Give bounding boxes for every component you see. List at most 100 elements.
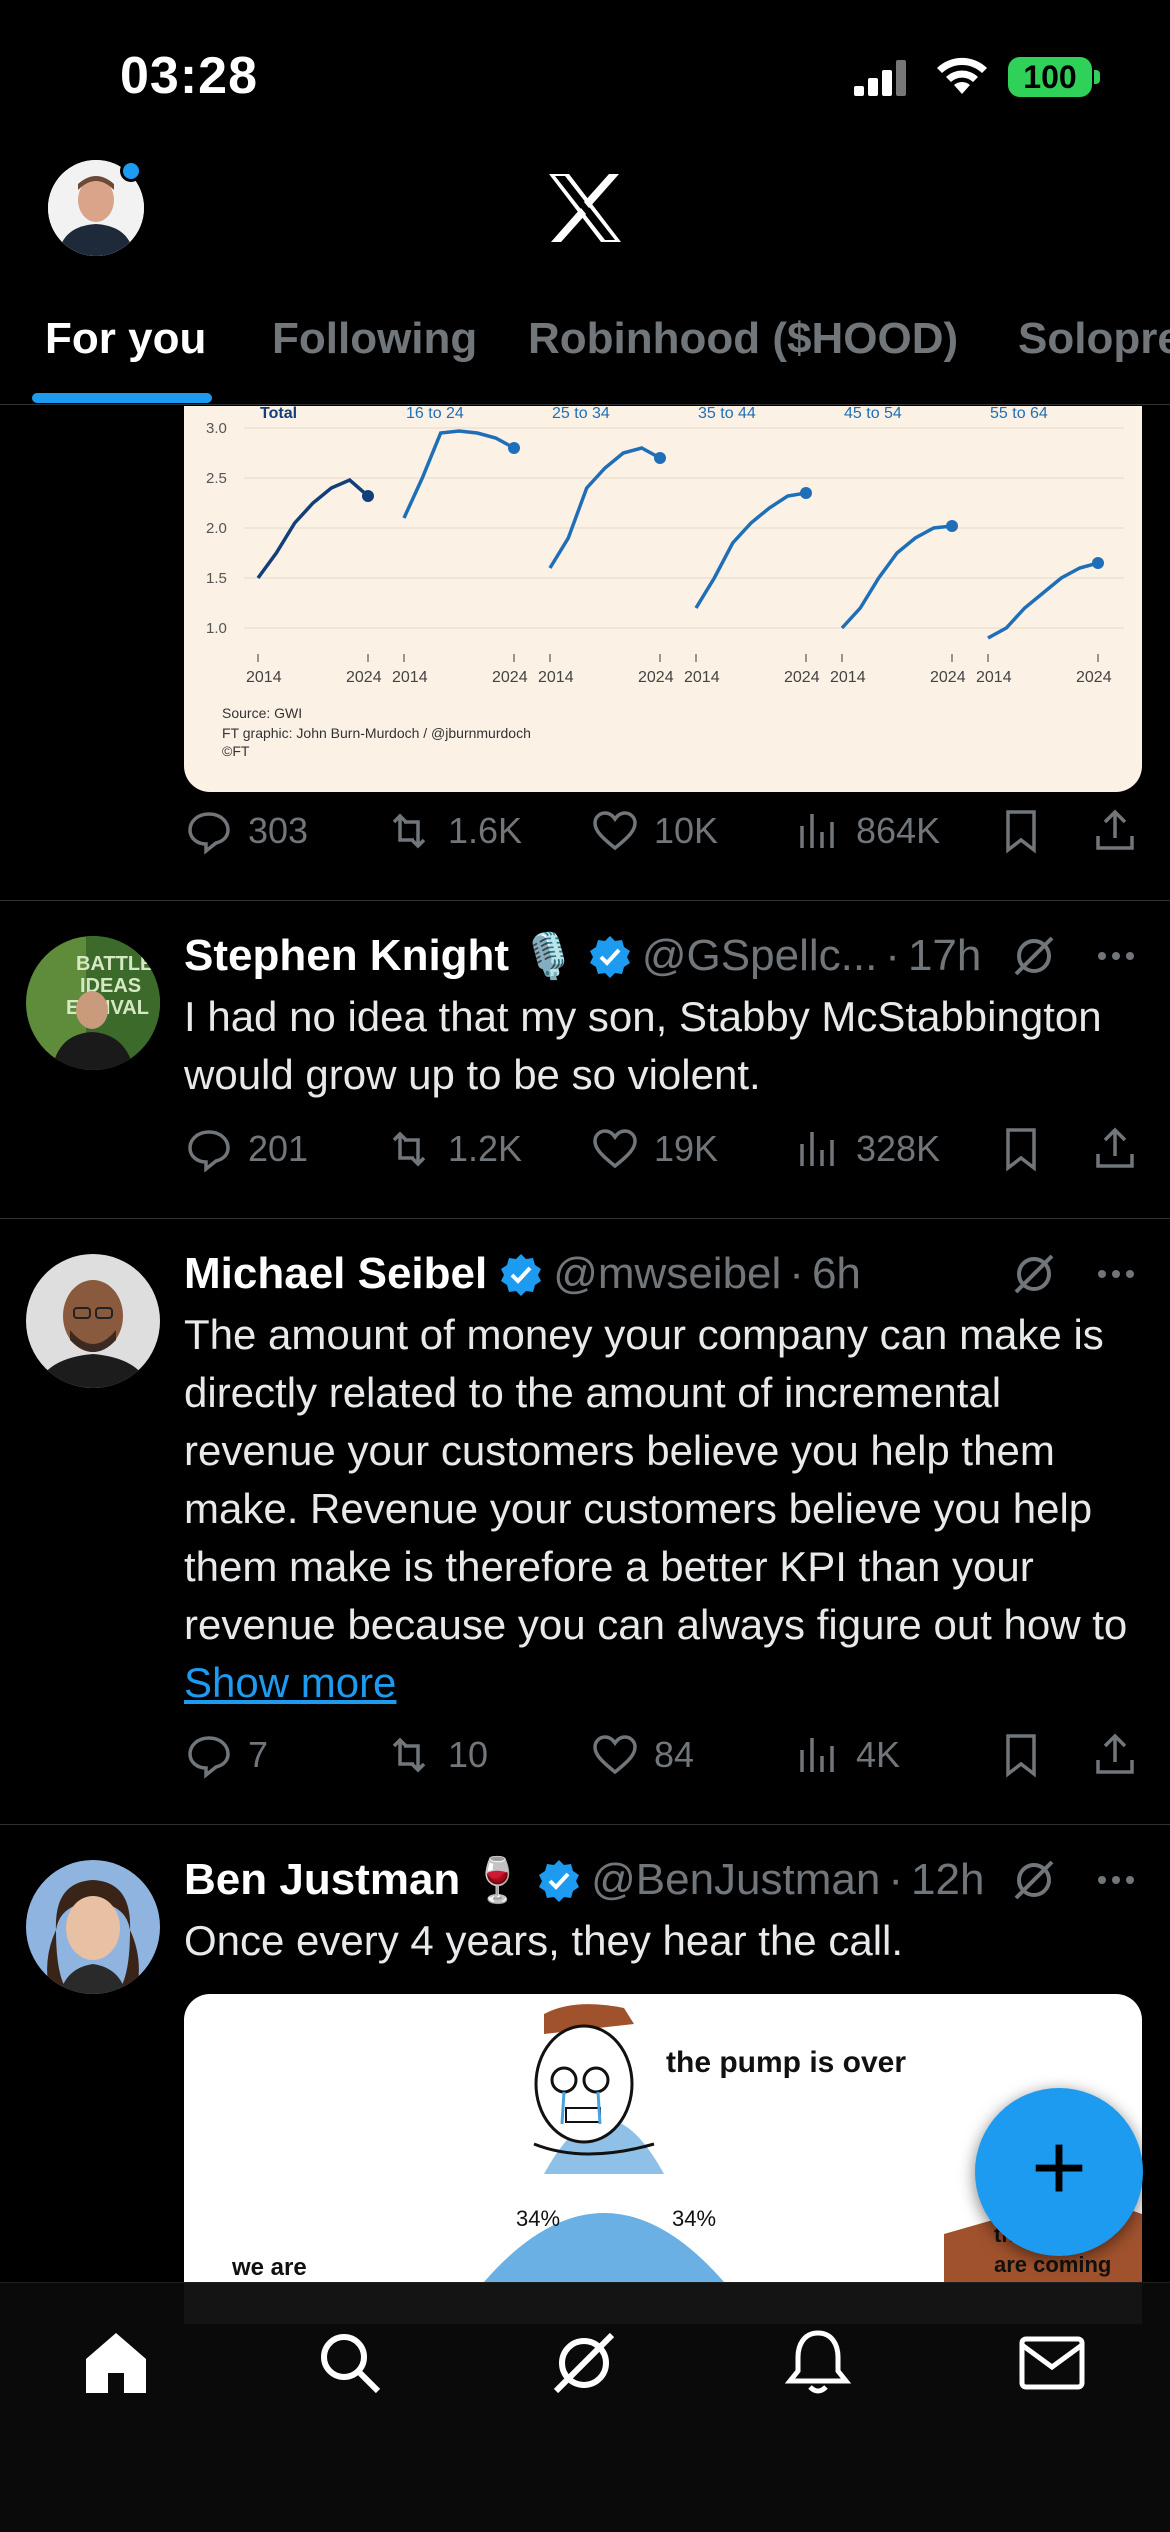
avatar-stephen-knight[interactable]: BATTLE IDEAS ESTIVAL [26,936,160,1070]
more-options-icon[interactable] [1092,1250,1140,1298]
views-button[interactable]: 4K [792,1730,900,1780]
x-tick-label: 2014 [830,669,866,686]
heart-icon [593,811,637,851]
series-line [840,524,953,630]
y-tick-label: 2.5 [206,470,227,487]
author-name[interactable]: Michael Seibel [184,1249,487,1299]
more-options-icon[interactable] [1092,1856,1140,1904]
like-button[interactable]: 10K [590,806,718,856]
home-icon[interactable] [78,2325,154,2401]
repost-icon [392,813,426,849]
reply-icon [188,1130,230,1173]
verified-badge-icon [589,936,630,978]
panel-title: 45 to 54 [844,406,902,422]
more-options-icon[interactable] [1092,932,1140,980]
avatar-ben-justman[interactable] [26,1860,160,1994]
y-tick-label: 3.0 [206,420,227,437]
author-emoji: 🎙️ [521,932,576,981]
share-icon[interactable] [1090,1730,1140,1780]
post-text-body: The amount of money your company can mak… [184,1311,1128,1648]
repost-count: 1.6K [448,810,523,851]
search-icon[interactable] [312,2325,388,2401]
share-icon[interactable] [1090,806,1140,856]
compose-button[interactable]: + [975,2088,1143,2256]
series-end-point [800,487,812,499]
author-name[interactable]: Ben Justman [184,1855,460,1905]
meme-left-pct: 34% [516,2206,561,2231]
x-logo-icon[interactable] [545,172,625,244]
avatar-michael-seibel[interactable] [26,1254,160,1388]
views-button[interactable]: 864K [792,806,940,856]
post-divider [0,900,1170,901]
reply-button[interactable]: 201 [184,1124,308,1174]
post-header-icons [1010,928,1150,984]
notifications-bell-icon[interactable] [780,2325,856,2401]
series-line [694,491,807,609]
tab-solopre[interactable]: Solopre [1018,314,1170,364]
heart-icon [593,1735,637,1775]
repost-button[interactable]: 10 [384,1730,488,1780]
battery-indicator: 100 [1008,57,1092,97]
bookmark-icon[interactable] [996,1730,1046,1780]
post-divider [0,1824,1170,1825]
views-count: 864K [856,810,941,851]
post-time: 12h [911,1855,985,1904]
bookmark-icon[interactable] [996,1124,1046,1174]
series-end-point [946,520,958,532]
author-handle[interactable]: @GSpellc... [642,931,877,981]
show-more-link[interactable]: Show more [184,1659,396,1706]
reply-count: 201 [248,1128,309,1169]
panel-title: 55 to 64 [990,406,1048,422]
x-tick-label: 2024 [346,669,382,686]
views-icon [800,814,834,848]
cellular-signal-icon [854,60,906,96]
like-button[interactable]: 19K [590,1124,718,1174]
panel-title: 35 to 44 [698,406,756,422]
reply-icon [188,1736,230,1779]
x-tick-label: 2014 [684,669,720,686]
post-divider [0,1218,1170,1219]
tab-for-you[interactable]: For you [45,314,206,364]
grok-icon[interactable] [1010,932,1058,980]
svg-text:BATTLE: BATTLE [76,953,153,975]
chart-image[interactable]: 3.0 2.5 2.0 1.5 1.0 Total 2014 2024 16 to 24 2014… [184,406,1142,792]
chart-credit: FT graphic: John Burn-Murdoch / @jburnmu… [222,725,531,741]
separator-dot: · [885,931,900,980]
grok-icon[interactable] [1010,1250,1058,1298]
author-handle[interactable]: @BenJustman [591,1855,880,1905]
post-header: Ben Justman 🍷 @BenJustman · 12h [184,1850,984,1910]
avatar-photo: BATTLE IDEAS ESTIVAL [26,936,160,1070]
grok-nav-icon[interactable] [546,2325,622,2401]
like-count: 84 [654,1734,695,1775]
x-tick-label: 2014 [976,669,1012,686]
x-tick-label: 2014 [392,669,428,686]
grok-icon[interactable] [1010,1856,1058,1904]
verified-badge-icon [501,1254,542,1296]
x-tick-label: 2024 [492,669,528,686]
series-line [548,446,661,569]
share-icon[interactable] [1090,1124,1140,1174]
post-header: Stephen Knight 🎙️ @GSpellc... · 17h [184,926,981,986]
like-button[interactable]: 84 [590,1730,694,1780]
bookmark-icon[interactable] [996,806,1046,856]
messages-envelope-icon[interactable] [1014,2325,1090,2401]
tab-robinhood[interactable]: Robinhood ($HOOD) [528,314,958,364]
author-handle[interactable]: @mwseibel [553,1249,781,1299]
views-button[interactable]: 328K [792,1124,940,1174]
repost-icon [392,1737,426,1773]
x-tick-label: 2024 [638,669,674,686]
repost-button[interactable]: 1.2K [384,1124,522,1174]
tab-following[interactable]: Following [272,314,477,364]
separator-dot: · [888,1855,903,1904]
reply-button[interactable]: 7 [184,1730,268,1780]
repost-count: 10 [448,1734,489,1775]
author-name[interactable]: Stephen Knight [184,931,509,981]
views-count: 328K [856,1128,941,1169]
wifi-icon [937,57,987,94]
separator-dot: · [789,1249,804,1298]
plus-icon: + [1030,2114,1088,2221]
avatar-photo [26,1254,160,1388]
reply-button[interactable]: 303 [184,806,308,856]
repost-button[interactable]: 1.6K [384,806,522,856]
feed-tabs: For you Following Robinhood ($HOOD) Solo… [0,300,1170,405]
